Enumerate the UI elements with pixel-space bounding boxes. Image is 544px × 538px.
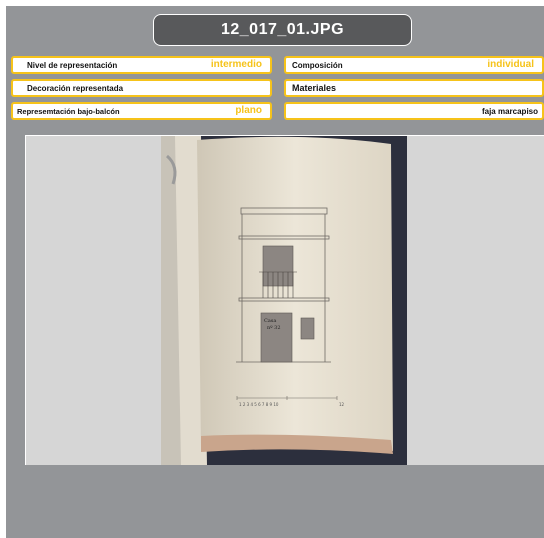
field-label: Composición xyxy=(292,61,343,70)
composicion-field: Composición individual xyxy=(284,56,544,74)
svg-text:nº 32: nº 32 xyxy=(267,325,281,331)
image-viewer: Casa nº 32 1 2 3 4 5 6 7 8 9 10 12 xyxy=(25,135,544,465)
field-value: intermedio xyxy=(210,59,262,70)
field-label: Materiales xyxy=(292,83,337,93)
decoracion-representada-field: Decoración representada xyxy=(11,79,272,97)
file-title: 12_017_01.JPG xyxy=(153,14,412,46)
field-label: Decoración representada xyxy=(27,84,124,93)
field-label: Nivel de representación xyxy=(27,61,118,70)
nivel-representacion-field: Nivel de representación intermedio xyxy=(11,56,272,74)
facade-drawing-photo[interactable]: Casa nº 32 1 2 3 4 5 6 7 8 9 10 12 xyxy=(161,136,407,465)
svg-text:1 2 3 4 5 6 7 8 9 10: 1 2 3 4 5 6 7 8 9 10 xyxy=(239,402,279,407)
decoration-detail-field: faja marcapiso xyxy=(284,102,544,120)
materiales-field: Materiales xyxy=(284,79,544,97)
bajo-balcon-field: Represemtación bajo-balcón plano xyxy=(11,102,272,120)
field-value: plano xyxy=(235,105,262,116)
field-value: faja marcapiso xyxy=(481,107,538,116)
field-label: Represemtación bajo-balcón xyxy=(17,107,120,116)
svg-text:Casa: Casa xyxy=(264,318,276,324)
svg-text:12: 12 xyxy=(339,402,345,407)
field-value: individual xyxy=(487,59,534,70)
